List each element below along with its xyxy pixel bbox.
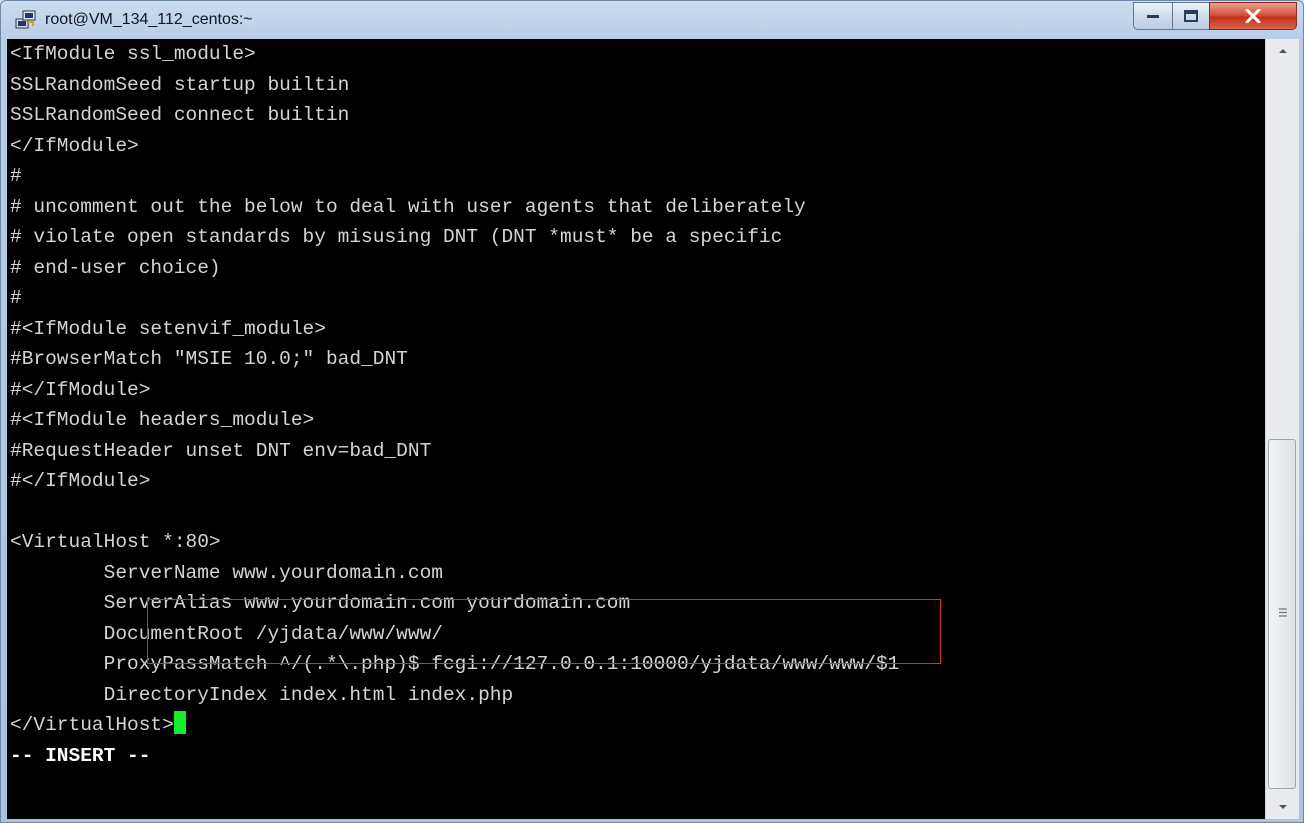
scrollbar-thumb[interactable] [1268, 439, 1296, 789]
terminal-line: </IfModule> [10, 134, 139, 157]
terminal-window: root@VM_134_112_centos:~ <IfModule ssl_m… [0, 0, 1304, 823]
minimize-button[interactable] [1133, 2, 1173, 30]
terminal-line: #<IfModule headers_module> [10, 409, 315, 431]
terminal-line: SSLRandomSeed connect builtin [10, 104, 350, 126]
terminal-line: #RequestHeader unset DNT env=bad_DNT [10, 439, 432, 462]
maximize-button[interactable] [1172, 2, 1210, 30]
text-cursor [173, 711, 186, 734]
minimize-icon [1147, 15, 1159, 18]
scrollbar-grip-icon [1279, 608, 1287, 617]
putty-icon[interactable] [15, 10, 37, 30]
vertical-scrollbar[interactable] [1265, 39, 1299, 819]
terminal-line-text: </VirtualHost> [10, 714, 174, 736]
terminal-line: <IfModule ssl_module> [10, 43, 256, 65]
scroll-up-arrow-icon [1278, 49, 1287, 53]
scroll-down-button[interactable] [1266, 795, 1299, 819]
terminal-line: <VirtualHost *:80> [10, 531, 221, 553]
scroll-down-arrow-icon [1278, 805, 1287, 809]
terminal-line: # violate open standards by misusing DNT… [10, 226, 783, 248]
maximize-icon [1184, 10, 1198, 22]
terminal-line: #</IfModule> [10, 470, 151, 492]
terminal-line-last: </VirtualHost> [7, 710, 899, 741]
title-bar[interactable]: root@VM_134_112_centos:~ [1, 1, 1303, 39]
terminal-line: DirectoryIndex index.html index.php [10, 683, 514, 706]
terminal-line: # uncomment out the below to deal with u… [10, 195, 806, 218]
terminal-line: # [10, 287, 22, 309]
terminal-line: #<IfModule setenvif_module> [10, 317, 326, 340]
terminal-line: #BrowserMatch "MSIE 10.0;" bad_DNT [10, 348, 408, 370]
terminal-line: SSLRandomSeed startup builtin [10, 73, 350, 96]
highlight-box [147, 599, 941, 664]
terminal-line: #</IfModule> [10, 378, 151, 401]
close-icon [1245, 9, 1261, 23]
terminal-line: # end-user choice) [10, 256, 221, 279]
scroll-up-button[interactable] [1266, 39, 1299, 63]
terminal-line: # [10, 165, 22, 187]
close-button[interactable] [1209, 2, 1297, 30]
vim-status-line: -- INSERT -- [10, 744, 151, 767]
window-title: root@VM_134_112_centos:~ [45, 11, 253, 28]
terminal-screen[interactable]: <IfModule ssl_module> SSLRandomSeed star… [7, 39, 1265, 819]
terminal-line: ServerName www.yourdomain.com [10, 561, 443, 584]
